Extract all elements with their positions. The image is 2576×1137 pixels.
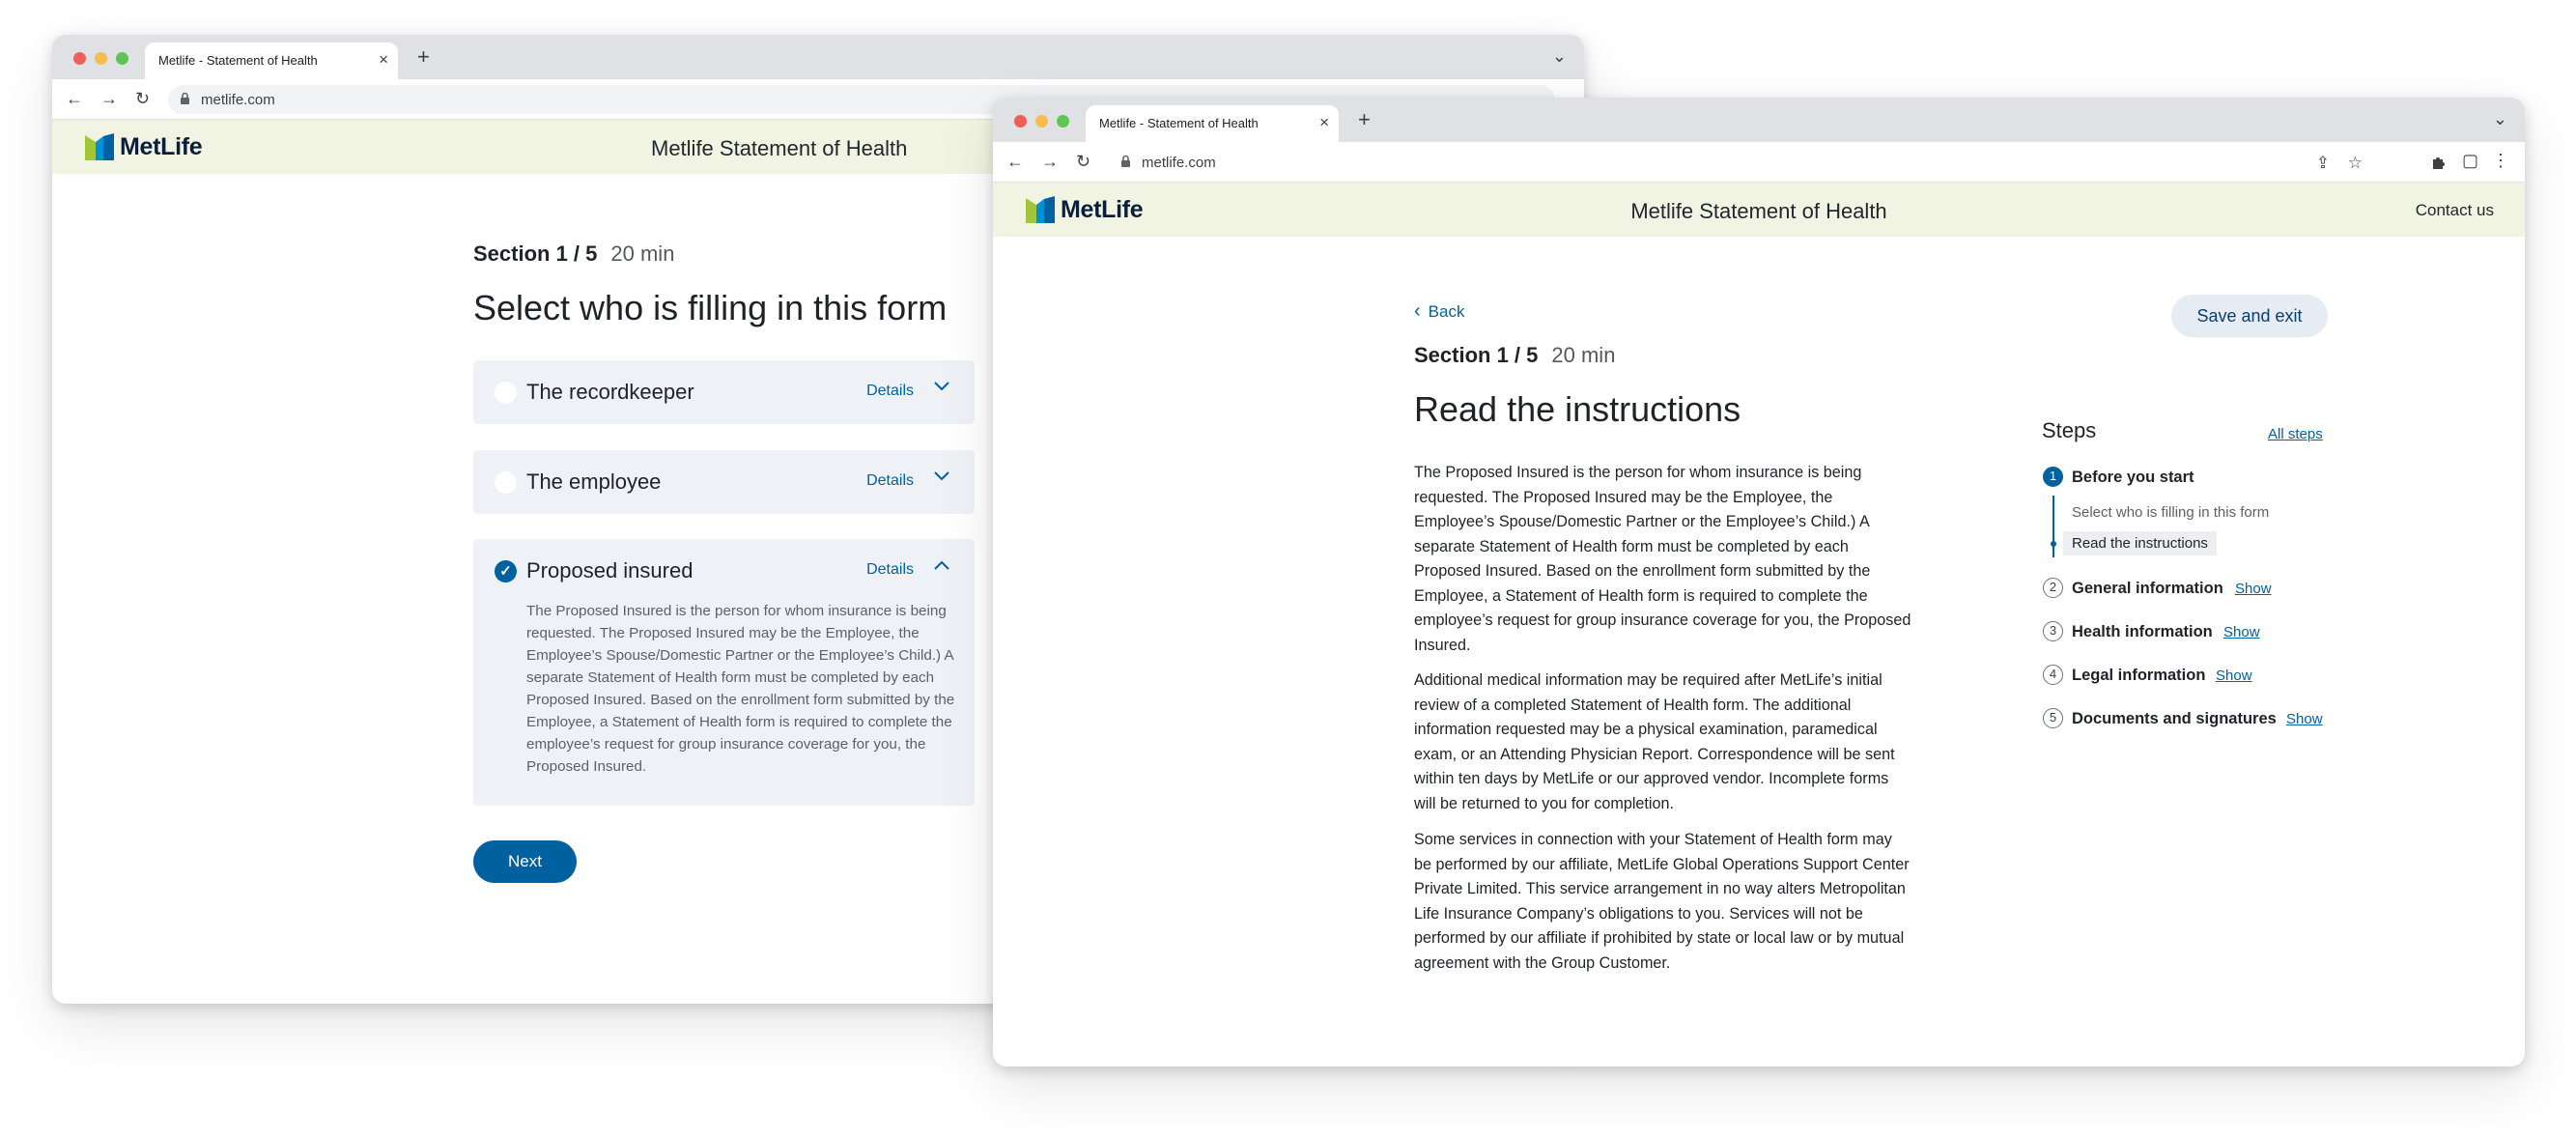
chevron-down-icon[interactable] — [934, 471, 949, 481]
instructions-paragraph: Some services in connection with your St… — [1414, 831, 1910, 972]
minimize-window-button[interactable] — [1035, 115, 1048, 128]
logo-text: MetLife — [120, 132, 203, 160]
reload-icon[interactable]: ↻ — [1076, 150, 1090, 173]
back-arrow-icon[interactable]: ← — [66, 87, 83, 110]
sub-step[interactable]: Select who is filling in this form — [2072, 504, 2269, 521]
section-indicator: Section 1 / 5 20 min — [473, 242, 674, 267]
option-employee[interactable]: The employee Details — [473, 450, 975, 514]
chevron-left-icon: ‹ — [1414, 300, 1421, 322]
tab-title: Metlife - Statement of Health — [1099, 116, 1259, 130]
browser-tab[interactable]: Metlife - Statement of Health × — [1086, 105, 1339, 142]
sub-step-current[interactable]: Read the instructions — [2063, 531, 2217, 555]
lock-icon — [1121, 155, 1130, 167]
star-icon[interactable]: ☆ — [2348, 154, 2363, 173]
show-step-link[interactable]: Show — [2235, 581, 2272, 597]
step-number: 3 — [2043, 621, 2063, 641]
share-icon[interactable]: ⇪ — [2316, 154, 2330, 173]
close-window-button[interactable] — [1014, 115, 1027, 128]
step-title: General information — [2072, 580, 2223, 597]
instructions-paragraph: The Proposed Insured is the person for w… — [1414, 464, 1911, 654]
page-title: Read the instructions — [1414, 389, 1741, 429]
tab-strip: Metlife - Statement of Health × + ⌄ — [52, 35, 1584, 79]
section-number: Section 1 / 5 — [1414, 343, 1539, 367]
lock-icon — [181, 92, 189, 104]
step-title: Documents and signatures — [2072, 710, 2277, 727]
step-title: Legal information — [2072, 667, 2206, 684]
site-header: MetLife Metlife Statement of Health Cont… — [993, 183, 2525, 237]
forward-arrow-icon[interactable]: → — [100, 87, 118, 110]
show-step-link[interactable]: Show — [2223, 624, 2260, 640]
section-duration: 20 min — [1551, 343, 1616, 367]
checkmark-icon[interactable]: ✓ — [495, 560, 517, 583]
next-button[interactable]: Next — [473, 840, 577, 883]
new-tab-button[interactable]: + — [417, 46, 430, 68]
maximize-window-button[interactable] — [1057, 115, 1069, 128]
section-duration: 20 min — [610, 242, 675, 266]
url-text: metlife.com — [1142, 155, 1216, 171]
close-window-button[interactable] — [73, 52, 86, 65]
new-tab-button[interactable]: + — [1358, 109, 1371, 130]
step-number: 5 — [2043, 708, 2063, 728]
maximize-window-button[interactable] — [116, 52, 128, 65]
details-link[interactable]: Details — [866, 383, 914, 400]
chevron-down-icon[interactable] — [934, 382, 949, 391]
radio-button[interactable] — [495, 471, 517, 494]
reload-icon[interactable]: ↻ — [135, 87, 150, 110]
more-menu-icon[interactable]: ⋮ — [2492, 151, 2509, 171]
details-link[interactable]: Details — [866, 561, 914, 579]
chevron-up-icon[interactable] — [934, 560, 949, 570]
address-bar[interactable]: metlife.com ⇪ ☆ — [1109, 148, 2380, 177]
browser-toolbar: ← → ↻ metlife.com ⇪ ☆ ▢ ⋮ — [993, 142, 2525, 183]
option-label: The recordkeeper — [526, 380, 694, 404]
option-proposed-insured[interactable]: ✓ Proposed insured Details The Proposed … — [473, 539, 975, 806]
show-step-link[interactable]: Show — [2216, 668, 2252, 684]
option-label: The employee — [526, 469, 662, 494]
tab-strip: Metlife - Statement of Health × + ⌄ — [993, 98, 2525, 142]
current-step-dot — [2051, 541, 2056, 547]
url-text: metlife.com — [201, 92, 275, 108]
option-label: Proposed insured — [526, 558, 694, 583]
back-arrow-icon[interactable]: ← — [1006, 150, 1024, 173]
step-title: Health information — [2072, 623, 2213, 640]
option-description: The Proposed Insured is the person for w… — [526, 603, 955, 775]
page-title: Select who is filling in this form — [473, 288, 948, 327]
step-progress-line — [2052, 496, 2054, 557]
option-recordkeeper[interactable]: The recordkeeper Details — [473, 360, 975, 424]
site-title: Metlife Statement of Health — [1630, 199, 1887, 223]
section-indicator: Section 1 / 5 20 min — [1414, 343, 1615, 368]
step-title: Before you start — [2072, 469, 2194, 486]
save-and-exit-button[interactable]: Save and exit — [2171, 295, 2328, 337]
forward-arrow-icon[interactable]: → — [1041, 150, 1059, 173]
back-label: Back — [1428, 302, 1465, 321]
minimize-window-button[interactable] — [95, 52, 107, 65]
extensions-icon[interactable] — [2430, 154, 2448, 171]
metlife-logo[interactable]: MetLife — [85, 132, 203, 160]
details-link[interactable]: Details — [866, 472, 914, 490]
browser-tab[interactable]: Metlife - Statement of Health × — [145, 43, 398, 79]
steps-heading: Steps — [2042, 418, 2097, 442]
all-steps-link[interactable]: All steps — [2268, 426, 2323, 442]
browser-window-front: Metlife - Statement of Health × + ⌄ ← → … — [993, 98, 2525, 1066]
back-link[interactable]: ‹ Back — [1414, 300, 1464, 323]
step-number: 4 — [2043, 665, 2063, 685]
step-number: 1 — [2043, 467, 2063, 487]
chevron-down-icon[interactable]: ⌄ — [2493, 109, 2507, 129]
metlife-logo-icon — [85, 133, 114, 160]
tab-title: Metlife - Statement of Health — [158, 53, 318, 68]
side-panel-icon[interactable]: ▢ — [2462, 151, 2478, 171]
close-icon[interactable]: × — [1319, 113, 1329, 132]
instructions-paragraph: Additional medical information may be re… — [1414, 671, 1895, 812]
show-step-link[interactable]: Show — [2286, 711, 2323, 727]
contact-us-link[interactable]: Contact us — [2416, 201, 2494, 220]
step-number: 2 — [2043, 578, 2063, 598]
chevron-down-icon[interactable]: ⌄ — [1552, 46, 1567, 67]
radio-button[interactable] — [495, 382, 517, 404]
section-number: Section 1 / 5 — [473, 242, 598, 266]
close-icon[interactable]: × — [379, 50, 388, 70]
